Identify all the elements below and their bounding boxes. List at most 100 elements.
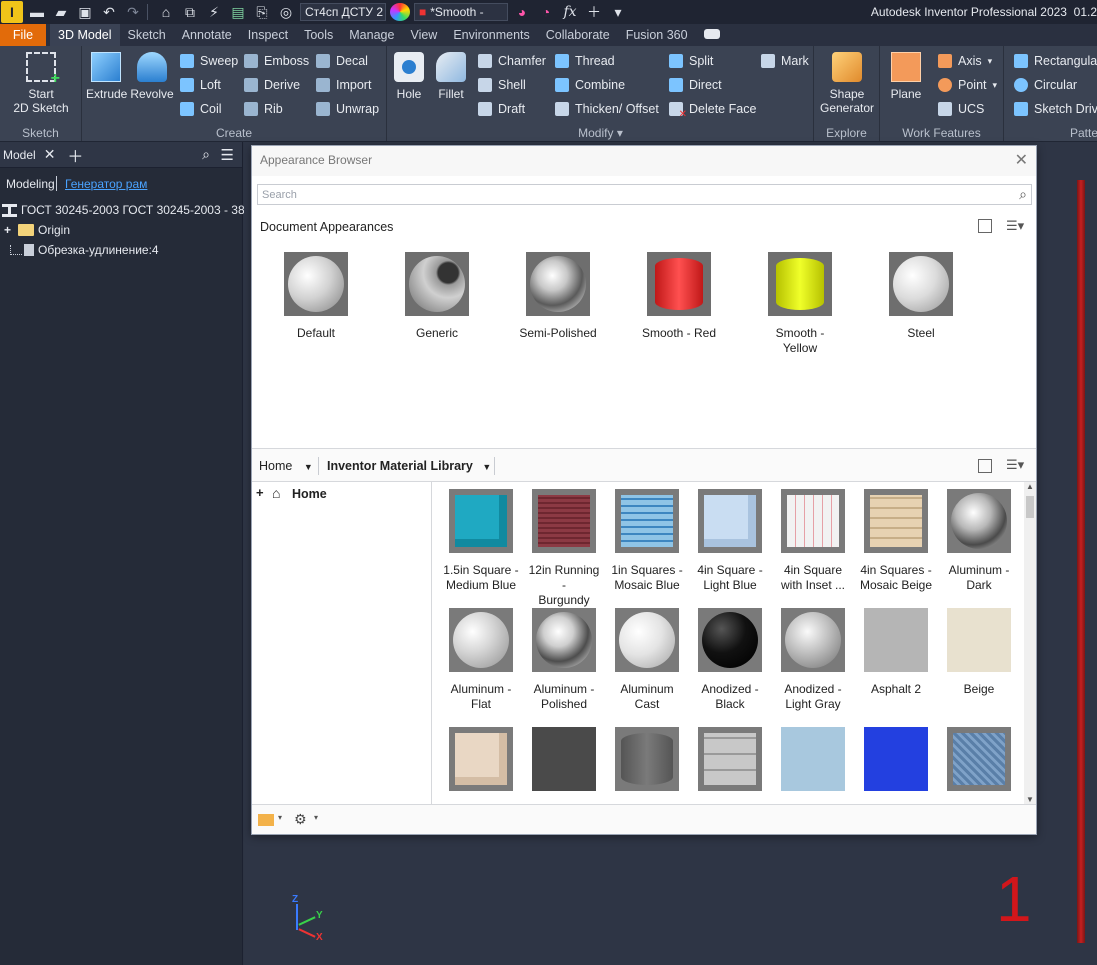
appearance-smooth-red[interactable]: Smooth - Red	[639, 252, 719, 341]
add-icon[interactable]: ＋	[584, 0, 604, 24]
select-icon[interactable]: ▤	[228, 0, 248, 24]
fillet-button[interactable]: Fillet	[432, 50, 470, 101]
library-item[interactable]	[609, 727, 685, 801]
library-item[interactable]: 12in Running - Burgundy	[526, 489, 602, 608]
import-button[interactable]: Import	[316, 75, 371, 95]
appearance-selector[interactable]: ■ *Smooth -	[414, 3, 508, 21]
mark-button[interactable]: Mark	[761, 51, 809, 71]
display-options-icon[interactable]	[978, 219, 992, 233]
axis-button[interactable]: Axis ▾	[938, 51, 992, 71]
library-dropdown[interactable]: Inventor Material Library ▼	[327, 459, 491, 473]
parameters-icon[interactable]: fx	[560, 0, 580, 24]
new-file-icon[interactable]: ▬	[27, 0, 47, 24]
tab-annotate[interactable]: Annotate	[174, 24, 240, 46]
library-item[interactable]: 1in Squares - Mosaic Blue	[609, 489, 685, 593]
tab-3d-model[interactable]: 3D Model	[50, 24, 120, 46]
home-dropdown[interactable]: Home ▼	[259, 459, 313, 473]
document-selector[interactable]: Ст4сп ДСТУ 2	[300, 3, 386, 21]
panel-options-button[interactable]	[696, 24, 728, 46]
modify-panel-title[interactable]: Modify ▾	[388, 126, 813, 140]
model-tab[interactable]: Model	[3, 148, 36, 162]
appearance-steel[interactable]: Steel	[881, 252, 961, 341]
revolve-button[interactable]: Revolve	[130, 50, 174, 101]
hole-button[interactable]: Hole	[390, 50, 428, 101]
library-display-icon[interactable]	[978, 459, 992, 473]
tab-fusion-360[interactable]: Fusion 360	[618, 24, 696, 46]
library-item[interactable]: 4in Square with Inset ...	[775, 489, 851, 593]
sweep-button[interactable]: Sweep	[180, 51, 238, 71]
appearance-icon[interactable]	[390, 3, 410, 21]
plane-button[interactable]: Plane	[886, 50, 926, 101]
adjust-icon[interactable]: ◕	[512, 0, 532, 24]
tab-collaborate[interactable]: Collaborate	[538, 24, 618, 46]
ucs-button[interactable]: UCS	[938, 99, 984, 119]
sketch-driven-pattern-button[interactable]: Sketch Drive	[1014, 99, 1097, 119]
menu-icon[interactable]: ☰	[221, 146, 234, 164]
open-folder-icon[interactable]: ▰	[51, 0, 71, 24]
library-item[interactable]	[941, 727, 1017, 801]
scroll-up-icon[interactable]: ▲	[1026, 482, 1034, 491]
visibility-icon[interactable]: ⎘	[252, 0, 272, 24]
loft-button[interactable]: Loft	[180, 75, 221, 95]
undo-icon[interactable]: ↶	[99, 0, 119, 24]
chevron-down-icon[interactable]: ▾	[314, 813, 318, 822]
direct-button[interactable]: Direct	[669, 75, 722, 95]
add-tab-icon[interactable]: ＋	[67, 143, 83, 167]
derive-button[interactable]: Derive	[244, 75, 300, 95]
customize-icon[interactable]: ▾	[608, 0, 628, 24]
thicken-offset-button[interactable]: Thicken/ Offset	[555, 99, 659, 119]
tree-root-item[interactable]: ГОСТ 30245-2003 ГОСТ 30245-2003 - 3835	[2, 203, 258, 217]
emboss-button[interactable]: Emboss	[244, 51, 309, 71]
home-icon[interactable]: ⌂	[156, 0, 176, 24]
close-icon[interactable]: ✕	[1015, 150, 1028, 170]
library-item[interactable]: 4in Squares - Mosaic Beige	[858, 489, 934, 593]
library-item[interactable]: Anodized - Light Gray	[775, 608, 851, 712]
expand-icon[interactable]: +	[4, 223, 14, 237]
library-list-view-icon[interactable]: ☰▾	[1006, 457, 1024, 473]
tab-inspect[interactable]: Inspect	[240, 24, 296, 46]
library-item[interactable]: Aluminum Cast	[609, 608, 685, 712]
library-item[interactable]	[692, 727, 768, 801]
draft-button[interactable]: Draft	[478, 99, 525, 119]
modeling-label[interactable]: Modeling	[6, 177, 55, 191]
circular-pattern-button[interactable]: Circular	[1014, 75, 1077, 95]
library-item[interactable]: Aluminum - Flat	[443, 608, 519, 712]
decal-button[interactable]: Decal	[316, 51, 368, 71]
list-view-icon[interactable]: ☰▾	[1006, 218, 1024, 234]
library-item[interactable]: Asphalt 2	[858, 608, 934, 697]
tree-origin-item[interactable]: + Origin	[4, 223, 70, 237]
unwrap-button[interactable]: Unwrap	[316, 99, 379, 119]
split-button[interactable]: Split	[669, 51, 713, 71]
manage-library-icon[interactable]	[258, 814, 274, 826]
tab-view[interactable]: View	[402, 24, 445, 46]
generator-link[interactable]: Генератор рам	[65, 177, 147, 191]
library-item[interactable]: 1.5in Square - Medium Blue	[443, 489, 519, 593]
rectangular-pattern-button[interactable]: Rectangular	[1014, 51, 1097, 71]
appearance-default[interactable]: Default	[276, 252, 356, 341]
appearance-semi-polished[interactable]: Semi-Polished	[518, 252, 598, 341]
tab-manage[interactable]: Manage	[341, 24, 402, 46]
library-item[interactable]	[443, 727, 519, 801]
redo-icon[interactable]: ↷	[123, 0, 143, 24]
combine-button[interactable]: Combine	[555, 75, 625, 95]
start-2d-sketch-button[interactable]: + Start 2D Sketch	[12, 50, 70, 115]
library-item[interactable]: 4in Square - Light Blue	[692, 489, 768, 593]
close-icon[interactable]: ✕	[44, 146, 56, 163]
point-button[interactable]: Point ▾	[938, 75, 997, 95]
shape-generator-button[interactable]: Shape Generator	[820, 50, 874, 115]
chevron-down-icon[interactable]: ▾	[278, 813, 282, 822]
tab-environments[interactable]: Environments	[445, 24, 537, 46]
expand-icon[interactable]: +	[256, 485, 264, 500]
search-input[interactable]: Search ⌕	[257, 184, 1032, 205]
tab-sketch[interactable]: Sketch	[120, 24, 174, 46]
search-icon[interactable]: ⌕	[202, 146, 210, 163]
chamfer-button[interactable]: Chamfer	[478, 51, 546, 71]
library-item[interactable]	[775, 727, 851, 801]
app-logo[interactable]: I	[1, 1, 23, 23]
appearance-smooth-yellow[interactable]: Smooth - Yellow	[760, 252, 840, 356]
tab-tools[interactable]: Tools	[296, 24, 341, 46]
library-item[interactable]: Beige	[941, 608, 1017, 697]
library-item[interactable]: Anodized - Black	[692, 608, 768, 712]
shell-button[interactable]: Shell	[478, 75, 526, 95]
library-scrollbar[interactable]: ▲ ▼	[1024, 482, 1036, 804]
